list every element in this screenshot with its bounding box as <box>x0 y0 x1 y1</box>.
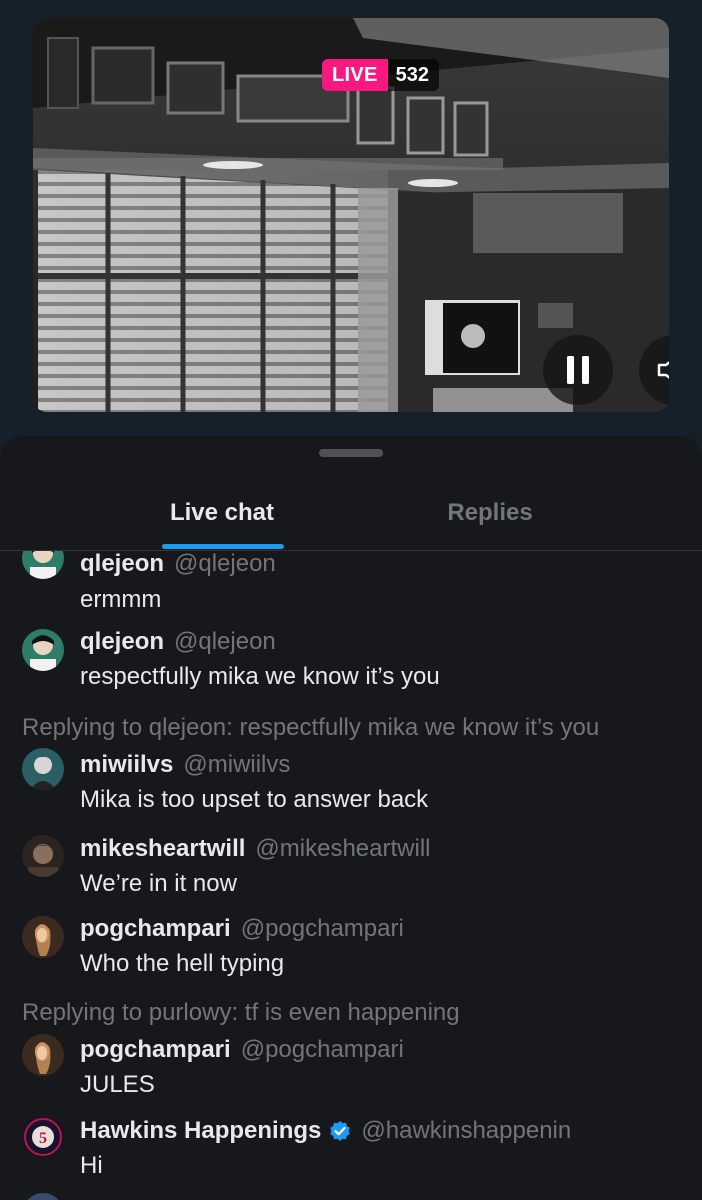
user-handle[interactable]: @pogchampari <box>241 914 404 944</box>
username[interactable]: qlejeon <box>80 627 164 657</box>
live-badge: LIVE <box>322 59 388 91</box>
message-text: ermmm <box>80 586 162 613</box>
username[interactable]: mikesheartwill <box>80 834 245 864</box>
live-indicator: LIVE 532 <box>322 59 440 91</box>
chat-sheet: Live chat Replies qlejeon @qlejeon ermmm… <box>0 436 702 1200</box>
tab-live-chat[interactable]: Live chat <box>120 476 324 550</box>
message-text: We’re in it now <box>80 870 237 897</box>
message-header: mikesheartwill @mikesheartwill <box>80 834 431 864</box>
message-header: miwiilvs @miwiilvs <box>80 750 290 780</box>
reply-context[interactable]: Replying to purlowy: tf is even happenin… <box>22 998 460 1028</box>
svg-text:5: 5 <box>39 1130 47 1147</box>
message-header: pogchampari @pogchampari <box>80 914 404 944</box>
message-header: qlejeon @qlejeon <box>80 627 276 657</box>
chat-list[interactable]: qlejeon @qlejeon ermmm qlejeon @qlejeon … <box>0 551 702 1200</box>
avatar[interactable] <box>22 748 64 790</box>
user-handle[interactable]: @pogchampari <box>241 1035 404 1065</box>
user-handle[interactable]: @mikesheartwill <box>255 834 430 864</box>
message-text: Who the hell typing <box>80 950 285 977</box>
pause-button[interactable] <box>543 335 613 405</box>
avatar[interactable] <box>22 1034 64 1076</box>
user-handle[interactable]: @miwiilvs <box>183 750 290 780</box>
verified-badge-icon <box>329 1120 351 1142</box>
message-text: Mika is too upset to answer back <box>80 786 429 813</box>
avatar[interactable] <box>22 629 64 671</box>
message-text: respectfully mika we know it’s you <box>80 663 440 690</box>
username[interactable]: pogchampari <box>80 914 231 944</box>
sheet-drag-handle[interactable] <box>319 449 383 457</box>
active-tab-indicator <box>162 544 284 549</box>
username[interactable]: Hawkins Happenings <box>80 1116 321 1146</box>
reply-context[interactable]: Replying to qlejeon: respectfully mika w… <box>22 713 599 743</box>
user-handle[interactable]: @hawkinshappenin <box>361 1116 571 1146</box>
viewer-count: 532 <box>387 59 440 91</box>
username[interactable]: pogchampari <box>80 1035 231 1065</box>
pause-icon <box>567 356 589 384</box>
volume-icon <box>657 361 669 379</box>
message-text: JULES <box>80 1071 155 1098</box>
message-header: qlejeon @qlejeon <box>80 551 276 579</box>
video-player[interactable]: LIVE 532 <box>33 18 669 412</box>
message-header: Hawkins Happenings @hawkinshappenin <box>80 1116 571 1146</box>
avatar[interactable]: 5 <box>22 1116 64 1158</box>
avatar[interactable] <box>22 835 64 877</box>
message-header: pogchampari @pogchampari <box>80 1035 404 1065</box>
avatar[interactable] <box>22 916 64 958</box>
tab-replies[interactable]: Replies <box>388 476 592 550</box>
username[interactable]: qlejeon <box>80 551 164 579</box>
chat-tabs: Live chat Replies <box>0 476 702 551</box>
message-text: Hi <box>80 1152 103 1179</box>
user-handle[interactable]: @qlejeon <box>174 627 276 657</box>
avatar[interactable] <box>22 1193 64 1200</box>
username[interactable]: miwiilvs <box>80 750 173 780</box>
user-handle[interactable]: @qlejeon <box>174 551 276 579</box>
avatar[interactable] <box>22 551 64 579</box>
